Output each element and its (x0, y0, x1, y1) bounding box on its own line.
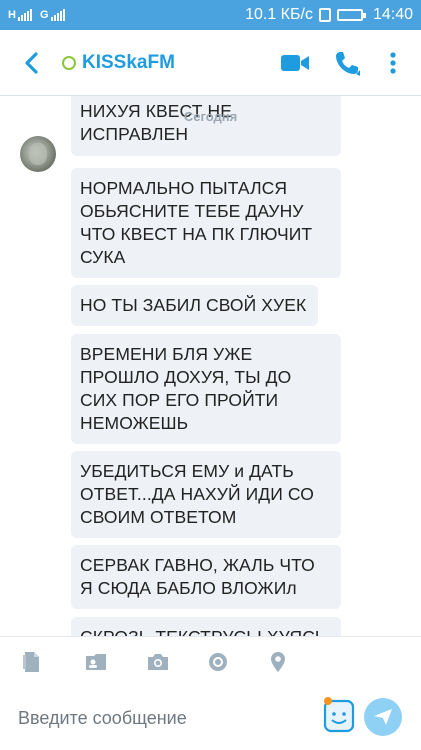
camera-button[interactable] (144, 637, 206, 687)
message-bubble[interactable]: УБЕДИТЬСЯ ЕМУ и ДАТЬ ОТВЕТ...ДА НАХУЙ ИД… (71, 451, 341, 538)
contact-title[interactable]: KISSkaFM (62, 52, 175, 74)
emoticon-icon (323, 697, 355, 733)
signal-icon (17, 9, 32, 21)
message-bubble[interactable]: ВРЕМЕНИ БЛЯ УЖЕ ПРОШЛО ДОХУЯ, ТЫ ДО СИХ … (71, 334, 341, 444)
media-button[interactable] (206, 637, 268, 687)
media-icon (209, 652, 227, 671)
signal-indicator-1: H (8, 9, 32, 21)
signal-icon-2 (50, 9, 65, 21)
message-text: УБЕДИТЬСЯ ЕМУ и ДАТЬ ОТВЕТ...ДА НАХУЙ ИД… (80, 461, 314, 527)
location-button[interactable] (268, 637, 330, 687)
message-list[interactable]: НИХУЯ КВЕСТ НЕ ИСПРАВЛЕН Сегодня НОРМАЛЬ… (0, 96, 421, 636)
more-options-button[interactable] (373, 30, 413, 96)
date-separator: Сегодня (183, 109, 238, 124)
avatar[interactable] (20, 136, 56, 172)
more-vertical-icon (390, 51, 396, 74)
chevron-left-icon (25, 51, 38, 74)
attachment-toolbar (0, 636, 421, 686)
contact-card-icon (86, 653, 106, 670)
chat-header: KISSkaFM (0, 30, 421, 96)
send-contact-button[interactable] (82, 637, 144, 687)
network-type-label-2: G (39, 9, 49, 21)
network-type-label: H (8, 9, 16, 21)
file-icon (23, 651, 39, 672)
message-text: СКРОЗЬ ТЕКСТРУСЫ ХУЯСЬ (80, 627, 327, 636)
header-actions (269, 30, 421, 96)
signal-indicator-2: G (40, 9, 65, 21)
status-right: 10.1 КБ/с 14:40 (245, 6, 413, 24)
vibrate-icon (318, 8, 331, 22)
send-file-button[interactable] (20, 637, 82, 687)
call-button[interactable] (321, 30, 373, 96)
message-bubble[interactable]: СКРОЗЬ ТЕКСТРУСЫ ХУЯСЬ (71, 617, 341, 636)
presence-status-icon (62, 55, 76, 70)
clock: 14:40 (372, 6, 413, 23)
status-left: H G (8, 9, 65, 21)
skype-chat-screen: H G 10.1 КБ/с 14:40 KISSkaFM НИХУЯ КВЕСТ… (0, 0, 421, 750)
message-bubble[interactable]: НО ТЫ ЗАБИЛ СВОЙ ХУЕК (71, 285, 318, 326)
send-button[interactable] (364, 698, 402, 736)
message-bubble[interactable]: НОРМАЛЬНО ПЫТАЛСЯ ОБЬЯСНИТЕ ТЕБЕ ДАУНУ Ч… (71, 168, 341, 278)
battery-icon (336, 9, 366, 21)
back-button[interactable] (0, 30, 62, 96)
message-text: СЕРВАК ГАВНО, ЖАЛЬ ЧТО Я СЮДА БАБЛО ВЛОЖ… (80, 555, 315, 598)
status-bar: H G 10.1 КБ/с 14:40 (0, 0, 421, 30)
send-icon (374, 709, 392, 725)
video-call-button[interactable] (269, 30, 321, 96)
message-input[interactable] (18, 707, 308, 729)
emoticon-button[interactable] (322, 696, 356, 734)
camera-icon (148, 653, 168, 670)
message-text: ВРЕМЕНИ БЛЯ УЖЕ ПРОШЛО ДОХУЯ, ТЫ ДО СИХ … (80, 344, 292, 433)
message-text: НОРМАЛЬНО ПЫТАЛСЯ ОБЬЯСНИТЕ ТЕБЕ ДАУНУ Ч… (80, 178, 313, 267)
message-bubble[interactable]: СЕРВАК ГАВНО, ЖАЛЬ ЧТО Я СЮДА БАБЛО ВЛОЖ… (71, 545, 341, 609)
message-bubble[interactable]: НИХУЯ КВЕСТ НЕ ИСПРАВЛЕН (71, 96, 341, 156)
location-pin-icon (271, 651, 285, 672)
phone-icon (336, 51, 360, 76)
message-text: НО ТЫ ЗАБИЛ СВОЙ ХУЕК (80, 295, 307, 315)
compose-bar (0, 686, 421, 750)
video-call-icon (281, 54, 309, 71)
network-speed: 10.1 КБ/с (245, 6, 313, 23)
contact-name: KISSkaFM (82, 51, 175, 73)
